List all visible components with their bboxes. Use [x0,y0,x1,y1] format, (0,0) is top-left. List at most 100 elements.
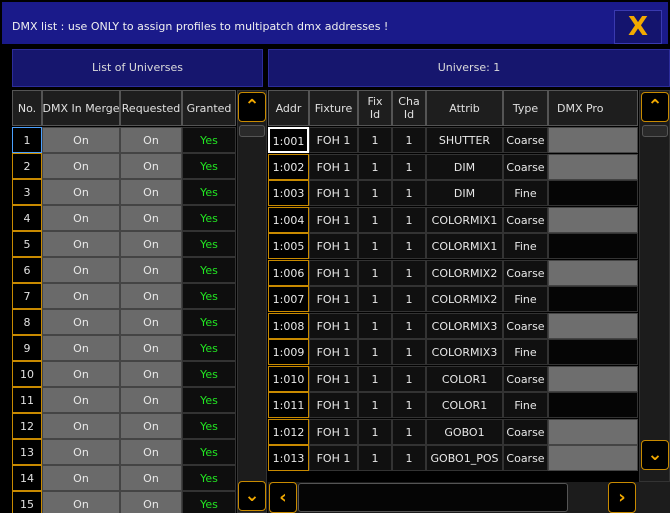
channel-id[interactable]: 1 [392,418,426,445]
col-header-dmx-in-merge[interactable]: DMX In Merge [42,90,120,126]
universe-number[interactable]: 12 [12,413,42,439]
dmx-address[interactable]: 1:003 [268,180,309,206]
scroll-right-button[interactable]: › [608,482,636,513]
scroll-thumb[interactable] [642,125,668,137]
universe-row[interactable]: 9 On On Yes [12,335,236,361]
dmx-in-merge-toggle[interactable]: On [42,413,120,439]
dmx-row[interactable]: 1:002 FOH 1 1 1 DIM Coarse [268,153,638,180]
dmx-in-merge-toggle[interactable]: On [42,127,120,153]
horizontal-scroll-thumb[interactable] [298,483,568,512]
universe-row[interactable]: 15 On On Yes [12,491,236,513]
fixture-id[interactable]: 1 [358,180,392,206]
dmx-row[interactable]: 1:005 FOH 1 1 1 COLORMIX1 Fine [268,233,638,259]
universe-number[interactable]: 6 [12,257,42,283]
fixture-name[interactable]: FOH 1 [309,180,358,206]
scroll-thumb[interactable] [239,125,265,137]
dmx-profile-cell[interactable] [548,153,638,180]
col-header-attrib[interactable]: Attrib [426,90,503,126]
universe-number[interactable]: 13 [12,439,42,465]
requested-toggle[interactable]: On [120,283,182,309]
universe-number[interactable]: 3 [12,179,42,205]
dmx-list-scrollbar[interactable]: ⌃ ⌄ [639,90,670,482]
channel-type[interactable]: Coarse [503,365,548,392]
attribute-name[interactable]: GOBO1 [426,418,503,445]
attribute-name[interactable]: COLORMIX2 [426,259,503,286]
fixture-id[interactable]: 1 [358,153,392,180]
close-button[interactable]: X [614,10,662,44]
fixture-id[interactable]: 1 [358,259,392,286]
dmx-profile-cell[interactable] [548,180,638,206]
requested-toggle[interactable]: On [120,179,182,205]
dmx-address[interactable]: 1:005 [268,233,309,259]
attribute-name[interactable]: DIM [426,153,503,180]
fixture-name[interactable]: FOH 1 [309,392,358,418]
requested-toggle[interactable]: On [120,335,182,361]
granted-status[interactable]: Yes [182,205,236,231]
fixture-id[interactable]: 1 [358,339,392,365]
attribute-name[interactable]: SHUTTER [426,127,503,153]
universe-number[interactable]: 5 [12,231,42,257]
dmx-profile-cell[interactable] [548,365,638,392]
fixture-id[interactable]: 1 [358,233,392,259]
fixture-id[interactable]: 1 [358,312,392,339]
dmx-row[interactable]: 1:011 FOH 1 1 1 COLOR1 Fine [268,392,638,418]
dmx-list-horizontal-scrollbar[interactable]: ‹ › [268,482,670,513]
channel-type[interactable]: Fine [503,339,548,365]
channel-id[interactable]: 1 [392,312,426,339]
dmx-row[interactable]: 1:004 FOH 1 1 1 COLORMIX1 Coarse [268,206,638,233]
granted-status[interactable]: Yes [182,257,236,283]
fixture-id[interactable]: 1 [358,206,392,233]
universe-row[interactable]: 10 On On Yes [12,361,236,387]
granted-status[interactable]: Yes [182,153,236,179]
channel-id[interactable]: 1 [392,445,426,471]
dmx-profile-cell[interactable] [548,445,638,471]
granted-status[interactable]: Yes [182,491,236,513]
dmx-in-merge-toggle[interactable]: On [42,309,120,335]
dmx-row[interactable]: 1:009 FOH 1 1 1 COLORMIX3 Fine [268,339,638,365]
attribute-name[interactable]: COLORMIX1 [426,233,503,259]
channel-id[interactable]: 1 [392,392,426,418]
universe-number[interactable]: 10 [12,361,42,387]
fixture-name[interactable]: FOH 1 [309,445,358,471]
fixture-name[interactable]: FOH 1 [309,418,358,445]
scroll-up-button[interactable]: ⌃ [238,92,266,122]
col-header-dmx-profile[interactable]: DMX Pro [548,90,638,126]
dmx-address[interactable]: 1:013 [268,445,309,471]
universe-row[interactable]: 4 On On Yes [12,205,236,231]
requested-toggle[interactable]: On [120,387,182,413]
universe-number[interactable]: 2 [12,153,42,179]
fixture-name[interactable]: FOH 1 [309,312,358,339]
attribute-name[interactable]: COLOR1 [426,392,503,418]
col-header-fixture[interactable]: Fixture [309,90,358,126]
dmx-address[interactable]: 1:007 [268,286,309,312]
dmx-in-merge-toggle[interactable]: On [42,491,120,513]
universe-row[interactable]: 12 On On Yes [12,413,236,439]
fixture-name[interactable]: FOH 1 [309,206,358,233]
dmx-row[interactable]: 1:013 FOH 1 1 1 GOBO1_POS Coarse [268,445,638,471]
dmx-profile-cell[interactable] [548,127,638,153]
fixture-name[interactable]: FOH 1 [309,286,358,312]
granted-status[interactable]: Yes [182,127,236,153]
col-header-fix-id[interactable]: Fix Id [358,90,392,126]
scroll-left-button[interactable]: ‹ [269,482,297,513]
channel-type[interactable]: Fine [503,286,548,312]
channel-id[interactable]: 1 [392,259,426,286]
dmx-in-merge-toggle[interactable]: On [42,283,120,309]
channel-type[interactable]: Coarse [503,445,548,471]
dmx-profile-cell[interactable] [548,206,638,233]
channel-type[interactable]: Coarse [503,418,548,445]
dmx-profile-cell[interactable] [548,339,638,365]
granted-status[interactable]: Yes [182,413,236,439]
fixture-name[interactable]: FOH 1 [309,153,358,180]
channel-id[interactable]: 1 [392,365,426,392]
attribute-name[interactable]: COLOR1 [426,365,503,392]
universe-number[interactable]: 11 [12,387,42,413]
dmx-in-merge-toggle[interactable]: On [42,439,120,465]
fixture-id[interactable]: 1 [358,445,392,471]
universe-number[interactable]: 4 [12,205,42,231]
dmx-row[interactable]: 1:010 FOH 1 1 1 COLOR1 Coarse [268,365,638,392]
requested-toggle[interactable]: On [120,153,182,179]
channel-type[interactable]: Coarse [503,259,548,286]
requested-toggle[interactable]: On [120,491,182,513]
dmx-in-merge-toggle[interactable]: On [42,153,120,179]
